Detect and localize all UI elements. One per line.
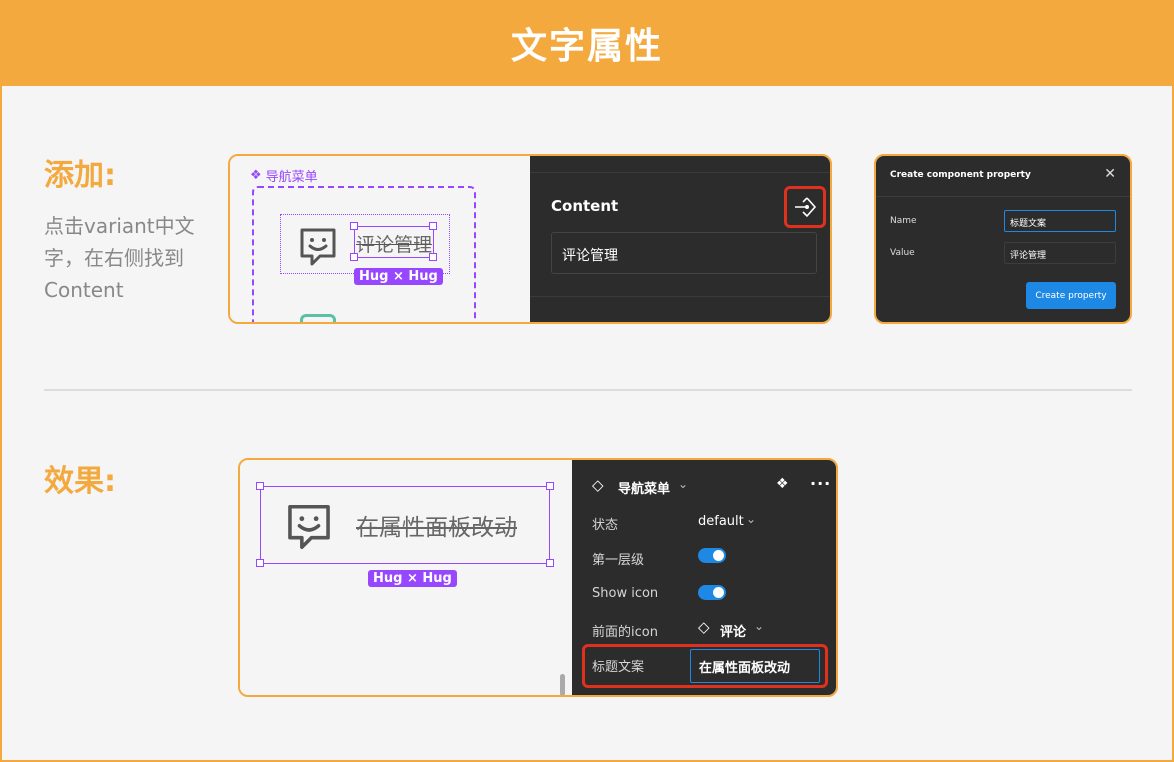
component-icon: ❖ [250, 168, 262, 183]
first-level-toggle[interactable] [698, 548, 726, 563]
name-label: Name [890, 216, 917, 226]
panel-divider [530, 172, 830, 173]
value-label: Value [890, 248, 915, 258]
close-icon[interactable]: ✕ [1104, 166, 1116, 182]
properties-panel: ◇ 导航菜单 ⌄ ❖ ··· 状态 default ⌄ 第一层级 Show ic… [572, 460, 836, 695]
scrollbar[interactable] [560, 674, 565, 695]
name-input[interactable]: 标题文案 [1004, 210, 1116, 232]
content-area: 添加: 点击variant中文字，在右侧找到Content ❖ 导航菜单 评论管… [2, 86, 1172, 760]
section-add-description: 点击variant中文字，在右侧找到Content [44, 214, 195, 302]
show-icon-toggle[interactable] [698, 585, 726, 600]
page-frame: 文字属性 添加: 点击variant中文字，在右侧找到Content ❖ 导航菜… [0, 0, 1174, 762]
selection-handle[interactable] [429, 222, 437, 230]
selection-handle[interactable] [256, 559, 264, 567]
component-name[interactable]: 导航菜单 [618, 478, 670, 497]
next-variant-icon [300, 314, 336, 322]
chat-smile-icon [300, 228, 336, 266]
panel-divider [530, 296, 830, 297]
component-diamond-icon: ◇ [592, 476, 604, 494]
hug-badge: Hug × Hug [368, 570, 457, 587]
more-options-icon[interactable]: ··· [810, 474, 831, 493]
first-level-label: 第一层级 [592, 553, 645, 568]
chat-smile-icon [288, 504, 330, 550]
selection-handle[interactable] [350, 222, 358, 230]
title-text-input[interactable]: 在属性面板改动 [690, 649, 820, 683]
result-screenshot: 在属性面板改动 Hug × Hug ◇ 导航菜单 ⌄ ❖ ··· 状态 defa… [238, 458, 838, 697]
canvas-area: 在属性面板改动 Hug × Hug [240, 460, 572, 695]
chevron-down-icon[interactable]: ⌄ [678, 477, 688, 491]
content-input[interactable]: 评论管理 [551, 232, 817, 274]
design-panel: Content 评论管理 [530, 156, 830, 322]
component-set-icon[interactable]: ❖ [776, 476, 789, 492]
content-panel-screenshot: ❖ 导航菜单 评论管理 Hug × Hug Content 评论管理 [228, 154, 832, 324]
updated-text[interactable]: 在属性面板改动 [356, 508, 517, 542]
section-add-title: 添加: [44, 158, 116, 193]
selected-text[interactable]: 评论管理 [356, 230, 432, 257]
frame-label[interactable]: ❖ 导航菜单 [250, 166, 318, 185]
section-result-title: 效果: [44, 464, 116, 499]
diamond-icon: ◇ [698, 618, 710, 636]
section-divider [44, 389, 1132, 391]
hug-badge: Hug × Hug [354, 268, 443, 285]
content-section-title: Content [551, 197, 619, 215]
create-property-button[interactable] [784, 186, 826, 228]
dialog-title: Create component property [890, 170, 1031, 180]
canvas-area: ❖ 导航菜单 评论管理 Hug × Hug [230, 156, 530, 322]
front-icon-label: 前面的icon [592, 625, 658, 640]
chevron-down-icon[interactable]: ⌄ [754, 619, 764, 633]
property-link-icon [795, 197, 817, 218]
state-label: 状态 [592, 518, 619, 533]
title-text-label: 标题文案 [592, 660, 645, 675]
chevron-down-icon[interactable]: ⌄ [746, 512, 756, 526]
show-icon-label: Show icon [592, 586, 659, 601]
selection-handle[interactable] [546, 559, 554, 567]
page-title: 文字属性 [510, 26, 663, 67]
create-property-dialog: Create component property ✕ Name 标题文案 Va… [874, 154, 1132, 324]
create-property-submit-button[interactable]: Create property [1026, 282, 1116, 309]
state-value[interactable]: default [698, 514, 744, 529]
selection-handle[interactable] [546, 482, 554, 490]
value-input[interactable]: 评论管理 [1004, 242, 1116, 264]
front-icon-value[interactable]: 评论 [720, 621, 746, 640]
dialog-divider [876, 196, 1130, 197]
selection-handle[interactable] [256, 482, 264, 490]
